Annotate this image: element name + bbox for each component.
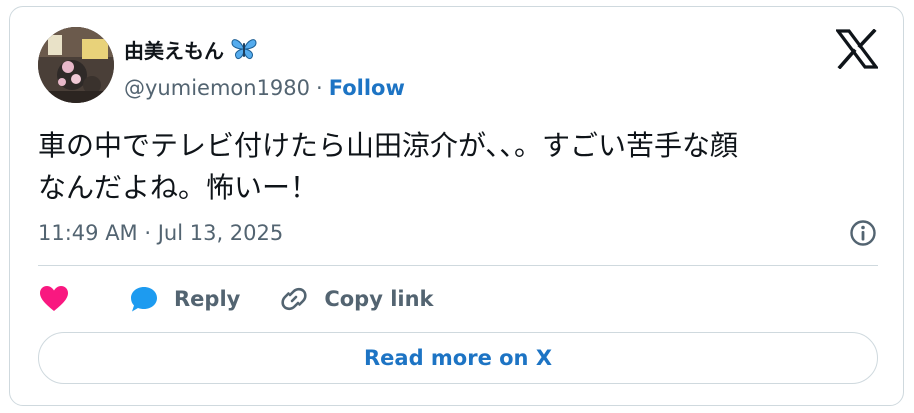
tweet-actions: Reply Copy link <box>38 279 434 319</box>
author-handle-row: @yumiemon1980 · Follow <box>124 73 405 103</box>
read-more-button[interactable]: Read more on X <box>38 332 878 384</box>
link-icon <box>281 287 307 311</box>
copy-link-label: Copy link <box>324 287 434 311</box>
read-more-label: Read more on X <box>363 346 553 370</box>
reply-bubble-icon <box>131 287 157 312</box>
heart-icon <box>40 286 68 311</box>
tweet-timestamp[interactable]: 11:49 AM · Jul 13, 2025 <box>38 221 283 245</box>
tweet-text: 車の中でテレビ付けたら山田涼介が､､。すごい苦手な顔 なんだよね。怖いー！ <box>38 125 878 209</box>
tweet-embed-card: 由美えもん @yumiemon1980 · Follow 車の中でテレビ付けたら… <box>9 6 904 406</box>
follow-link[interactable]: Follow <box>329 76 405 100</box>
tweet-meta-row: 11:49 AM · Jul 13, 2025 <box>38 215 878 251</box>
reply-button[interactable]: Reply <box>128 284 240 314</box>
author-display-name[interactable]: 由美えもん <box>124 35 224 64</box>
x-logo-icon[interactable] <box>836 29 878 69</box>
copy-link-button[interactable]: Copy link <box>278 283 434 315</box>
avatar-image <box>38 27 114 103</box>
tweet-text-line: なんだよね。怖いー！ <box>38 171 319 204</box>
tweet-text-line: 車の中でテレビ付けたら山田涼介が､､。すごい苦手な顔 <box>38 129 739 162</box>
author-handle[interactable]: @yumiemon1980 <box>124 76 310 100</box>
avatar[interactable] <box>38 27 114 103</box>
info-icon[interactable] <box>848 218 878 248</box>
reply-label: Reply <box>174 287 241 311</box>
butterfly-icon <box>231 39 257 60</box>
author-name-row[interactable]: 由美えもん <box>124 34 258 64</box>
divider <box>38 265 878 266</box>
like-button[interactable] <box>38 284 70 314</box>
separator-dot: · <box>316 76 323 100</box>
